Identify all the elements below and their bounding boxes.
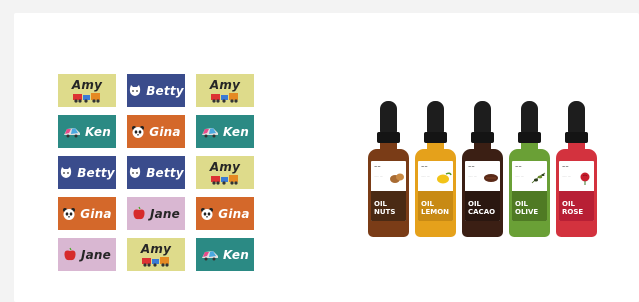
name-label: Amy: [127, 238, 185, 271]
oil-bottles-row: ~~ ······ ···· OIL NUTS ~~ ······ ···· O…: [368, 101, 597, 237]
label-name: Ken: [223, 247, 249, 262]
brand-logo: ~~: [468, 164, 475, 169]
name-label: Betty: [127, 74, 185, 107]
label-name: Gina: [149, 124, 181, 139]
label-name: Amy: [209, 160, 241, 174]
name-label: Jane: [127, 197, 185, 230]
bottle-title: OIL LEMON: [421, 200, 449, 216]
olive-icon: [530, 170, 546, 189]
name-label: Gina: [58, 197, 116, 230]
apple-icon: [132, 206, 146, 221]
label-name: Gina: [80, 206, 112, 221]
label-small-print: ······ ····: [374, 175, 384, 178]
oil-bottle: ~~ ······ ···· OIL OLIVE: [509, 101, 550, 237]
label-small-print: ······ ····: [515, 175, 525, 178]
oil-bottle: ~~ ······ ···· OIL NUTS: [368, 101, 409, 237]
panda-icon: [62, 207, 76, 221]
apple-icon: [63, 247, 77, 262]
label-name: Jane: [80, 247, 112, 262]
bottle-title: OIL CACAO: [468, 200, 495, 216]
bottle-collar: [518, 132, 541, 143]
car-icon: [201, 249, 219, 261]
nuts-icon: [389, 170, 405, 189]
label-name: Jane: [149, 206, 181, 221]
bottle-title-line2: LEMON: [421, 208, 450, 216]
label-name: Amy: [209, 78, 241, 92]
label-small-print: ······ ····: [562, 175, 572, 178]
bottle-label: ~~ ······ ···· OIL CACAO: [465, 161, 500, 221]
label-small-print: ······ ····: [468, 175, 478, 178]
name-label: Amy: [196, 156, 254, 189]
bottle-title: OIL NUTS: [374, 200, 395, 216]
brand-logo: ~~: [562, 164, 569, 169]
train-icon: [72, 92, 102, 103]
train-icon: [210, 92, 240, 103]
bottle-label: ~~ ······ ···· OIL LEMON: [418, 161, 453, 221]
bottle-collar: [424, 132, 447, 143]
train-icon: [210, 174, 240, 185]
rose-icon: [577, 170, 593, 189]
car-icon: [63, 126, 81, 138]
dropper-cap: [380, 101, 397, 133]
bottle-title-line1: OIL: [374, 200, 388, 208]
bottle-collar: [377, 132, 400, 143]
dropper-cap: [568, 101, 585, 133]
bottle-title-line1: OIL: [468, 200, 482, 208]
cat-icon: [128, 166, 142, 180]
name-label: Ken: [196, 238, 254, 271]
dropper-cap: [521, 101, 538, 133]
label-small-print: ······ ····: [421, 175, 431, 178]
bottle-title: OIL OLIVE: [515, 200, 538, 216]
label-name: Amy: [71, 78, 103, 92]
name-label: Betty: [127, 156, 185, 189]
label-name: Betty: [146, 165, 184, 180]
name-label: Ken: [196, 115, 254, 148]
panda-icon: [200, 207, 214, 221]
bottle-label: ~~ ······ ···· OIL ROSE: [559, 161, 594, 221]
bottle-title: OIL ROSE: [562, 200, 583, 216]
name-label: Amy: [196, 74, 254, 107]
bottle-title-line2: NUTS: [374, 208, 396, 216]
name-label: Gina: [196, 197, 254, 230]
bottle-collar: [471, 132, 494, 143]
train-icon: [141, 256, 171, 267]
car-icon: [201, 126, 219, 138]
oil-bottle: ~~ ······ ···· OIL ROSE: [556, 101, 597, 237]
name-labels-grid: Amy Betty Amy Ken Gina Ken Betty Betty Amy Gina Ja…: [58, 74, 254, 271]
dropper-cap: [474, 101, 491, 133]
brand-logo: ~~: [374, 164, 381, 169]
label-name: Betty: [77, 165, 115, 180]
bottle-label: ~~ ······ ···· OIL OLIVE: [512, 161, 547, 221]
bottle-label: ~~ ······ ···· OIL NUTS: [371, 161, 406, 221]
bottle-title-line2: OLIVE: [515, 208, 539, 216]
lemon-icon: [436, 170, 452, 189]
panda-icon: [131, 125, 145, 139]
brand-logo: ~~: [515, 164, 522, 169]
label-name: Ken: [85, 124, 111, 139]
bottle-collar: [565, 132, 588, 143]
oil-bottle: ~~ ······ ···· OIL LEMON: [415, 101, 456, 237]
cat-icon: [59, 166, 73, 180]
label-name: Amy: [140, 242, 172, 256]
brand-logo: ~~: [421, 164, 428, 169]
name-label: Gina: [127, 115, 185, 148]
name-label: Ken: [58, 115, 116, 148]
dropper-cap: [427, 101, 444, 133]
label-name: Gina: [218, 206, 250, 221]
bottle-title-line2: CACAO: [468, 208, 496, 216]
bottle-title-line1: OIL: [421, 200, 435, 208]
name-label: Betty: [58, 156, 116, 189]
bottle-title-line1: OIL: [515, 200, 529, 208]
bottle-title-line2: ROSE: [562, 208, 584, 216]
bottle-title-line1: OIL: [562, 200, 576, 208]
oil-bottle: ~~ ······ ···· OIL CACAO: [462, 101, 503, 237]
name-label: Amy: [58, 74, 116, 107]
name-label: Jane: [58, 238, 116, 271]
label-name: Ken: [223, 124, 249, 139]
cat-icon: [128, 84, 142, 98]
cacao-icon: [483, 170, 499, 189]
label-name: Betty: [146, 83, 184, 98]
